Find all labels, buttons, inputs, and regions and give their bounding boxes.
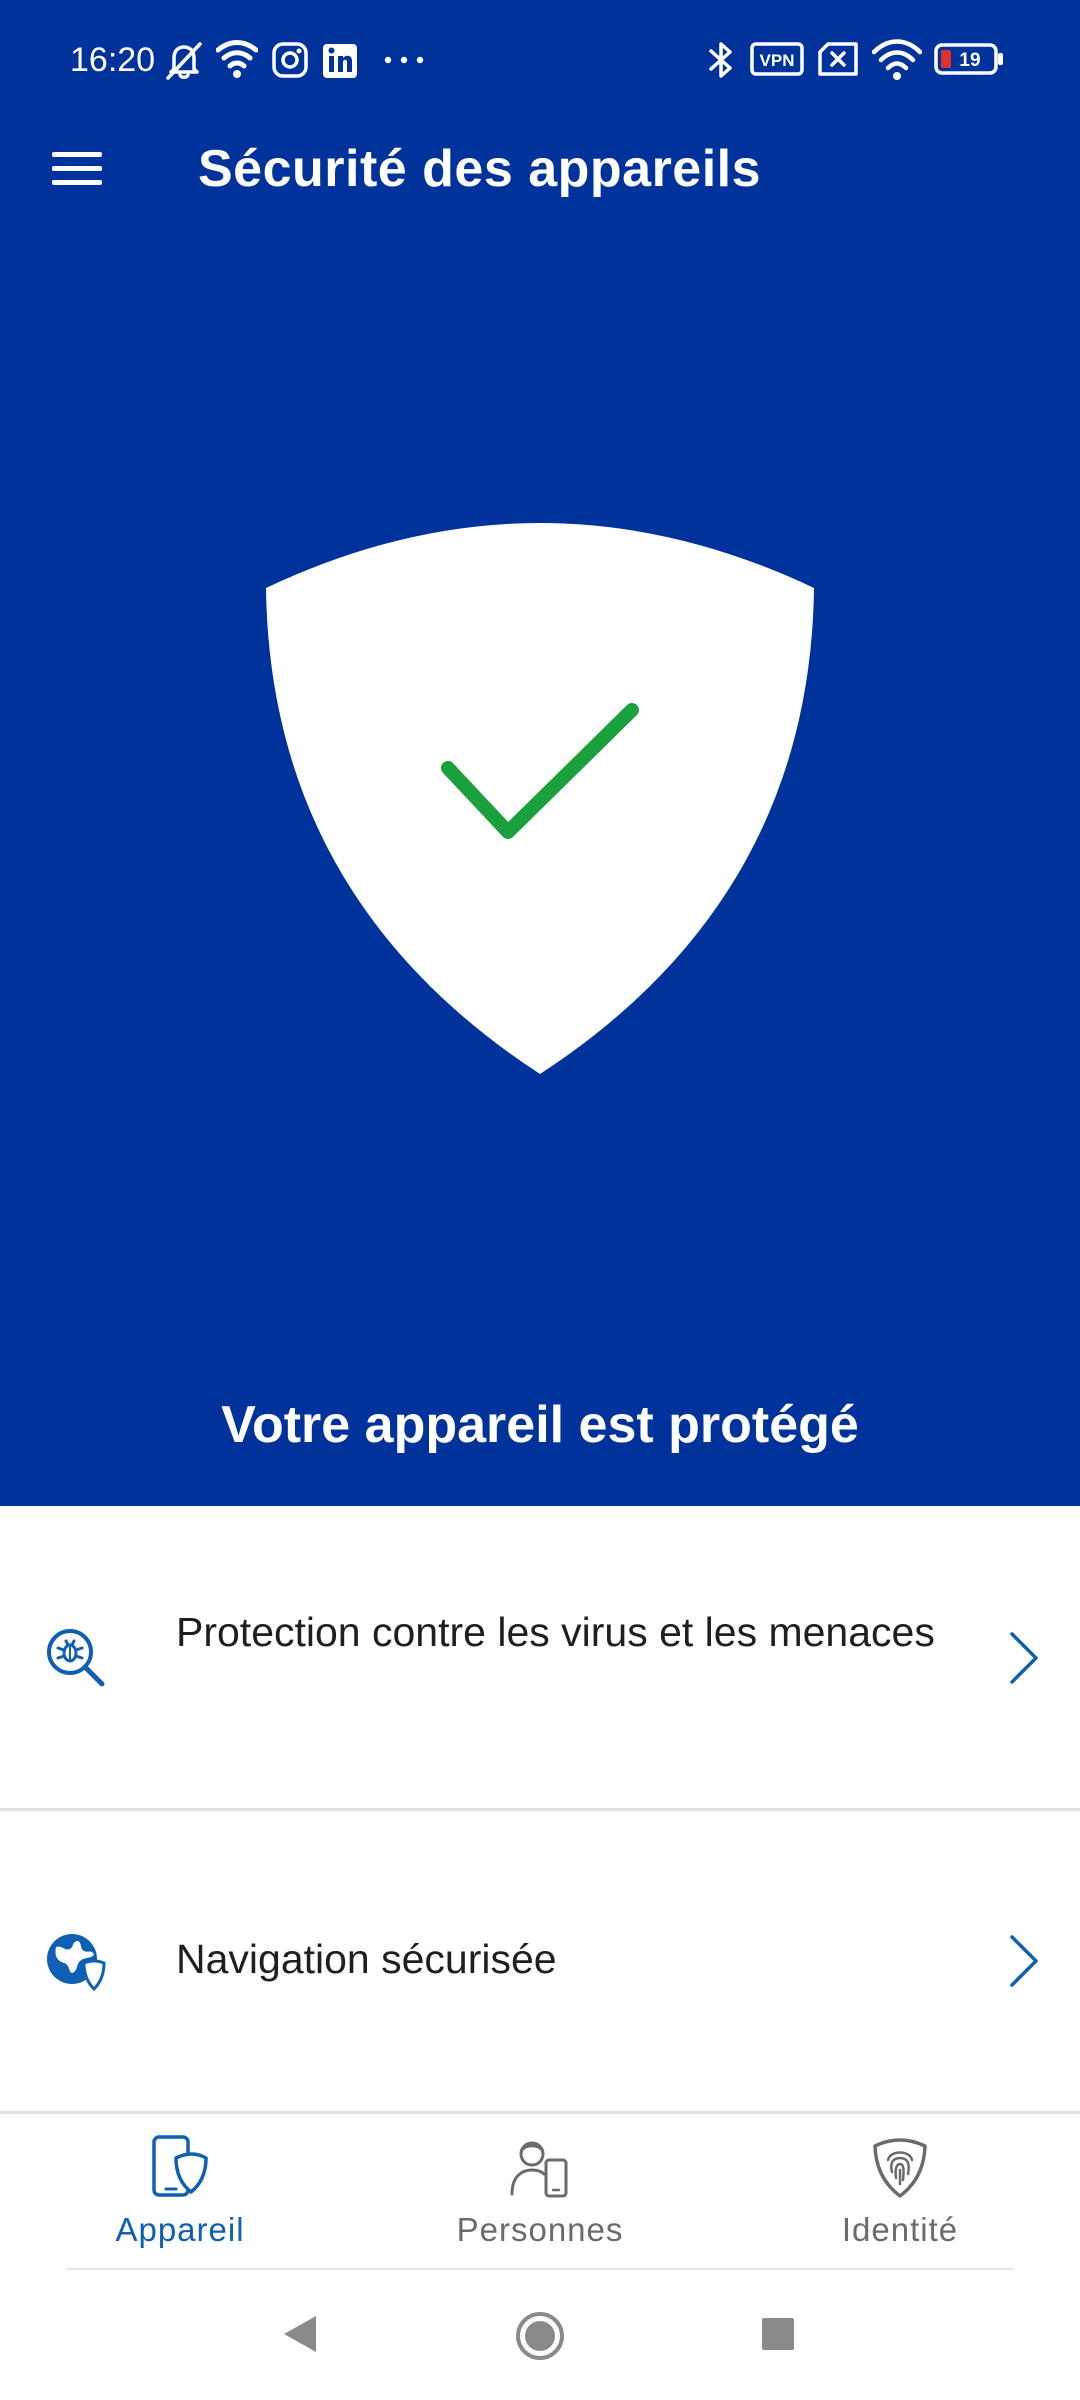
chevron-right-icon (1010, 1935, 1038, 1987)
list-item-label: Protection contre les virus et les menac… (176, 1609, 935, 1655)
device-shield-icon (152, 2135, 208, 2197)
tab-appareil[interactable]: Appareil (0, 2114, 360, 2270)
instagram-icon (270, 36, 310, 84)
list-item-safe-browsing[interactable]: Navigation sécurisée (0, 1811, 1080, 2111)
list-item-label: Navigation sécurisée (176, 1936, 557, 1982)
page-title: Sécurité des appareils (198, 140, 762, 198)
wifi-signal-icon (216, 36, 258, 84)
fingerprint-shield-icon (873, 2138, 927, 2198)
bluetooth-icon (704, 36, 738, 84)
bottom-navigation: Appareil Personnes Identité (0, 2114, 1080, 2270)
list-item-virus-protection[interactable]: Protection contre les virus et les menac… (0, 1506, 1080, 1808)
person-device-icon (510, 2141, 568, 2198)
vpn-icon: VPN (750, 38, 804, 82)
tab-label: Personnes (456, 2211, 624, 2248)
chevron-right-icon (1010, 1632, 1038, 1684)
menu-button[interactable] (30, 120, 126, 216)
nav-bottom-line (66, 2268, 1014, 2270)
protection-status-text: Votre appareil est protégé (221, 1396, 859, 1454)
shield-check-icon (266, 523, 814, 1074)
back-triangle-icon[interactable] (280, 2312, 320, 2356)
tab-identite[interactable]: Identité (720, 2114, 1080, 2270)
more-dots-icon (380, 36, 428, 84)
mute-bell-icon (160, 36, 208, 84)
virus-scan-icon (47, 1629, 105, 1687)
status-time: 16:20 (70, 41, 156, 79)
hamburger-menu-icon (52, 152, 102, 185)
battery-level: 19 (959, 50, 980, 71)
home-circle-icon[interactable] (514, 2310, 566, 2362)
linkedin-icon (320, 36, 360, 84)
battery-icon: 19 (934, 40, 1006, 80)
wifi-icon (872, 36, 922, 84)
tab-label: Appareil (115, 2211, 245, 2248)
status-bar: 16:20 VPN 19 (0, 0, 1080, 118)
globe-shield-icon (47, 1934, 106, 1992)
tab-label: Identité (841, 2211, 959, 2248)
recents-square-icon[interactable] (760, 2316, 796, 2352)
no-sim-icon (816, 38, 862, 82)
tab-personnes[interactable]: Personnes (360, 2114, 720, 2270)
vpn-label: VPN (760, 51, 795, 70)
system-navigation-bar (0, 2272, 1080, 2400)
